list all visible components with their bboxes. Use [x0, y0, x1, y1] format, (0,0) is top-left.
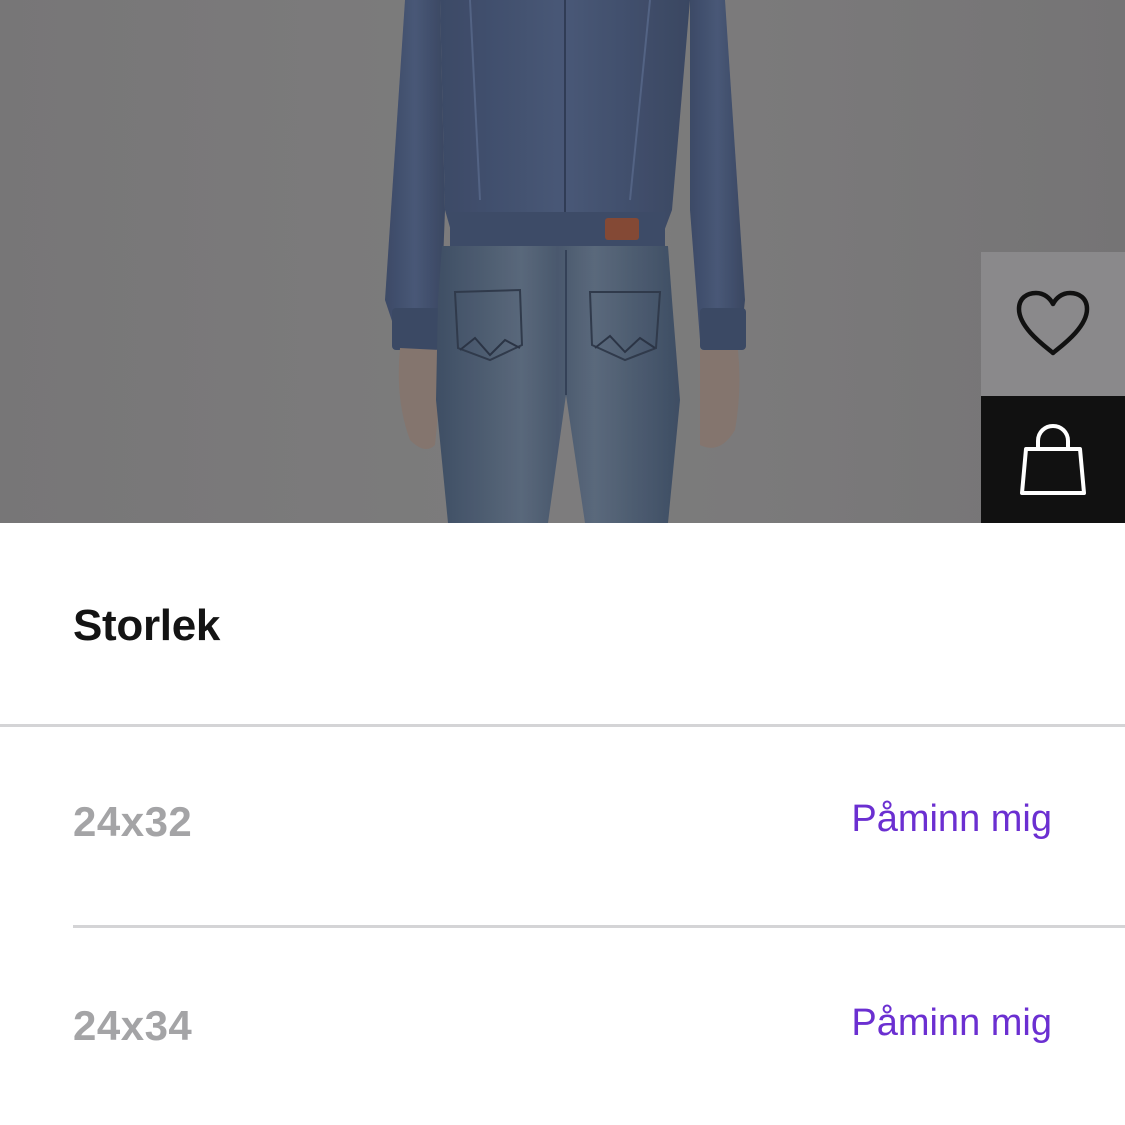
- shopping-bag-icon: [1020, 423, 1086, 495]
- size-label: 24x34: [73, 1002, 193, 1049]
- wishlist-button[interactable]: [981, 252, 1125, 396]
- product-image[interactable]: [0, 0, 1125, 523]
- sheet-title: Storlek: [73, 601, 221, 650]
- size-option[interactable]: 24x32 Påminn mig: [73, 727, 1125, 928]
- size-label: 24x32: [73, 798, 193, 845]
- size-picker-sheet: Storlek 24x32 Påminn mig 24x34 Påminn mi…: [0, 523, 1125, 1125]
- product-page: Storlek 24x32 Påminn mig 24x34 Påminn mi…: [0, 0, 1125, 1125]
- remind-me-link[interactable]: Påminn mig: [851, 798, 1052, 841]
- add-to-bag-button[interactable]: [981, 396, 1125, 523]
- overlay-dim: [0, 0, 1125, 523]
- divider: [73, 925, 1125, 928]
- heart-icon: [1016, 290, 1090, 356]
- remind-me-link[interactable]: Påminn mig: [851, 1002, 1052, 1045]
- size-option[interactable]: 24x34 Påminn mig: [73, 931, 1125, 1125]
